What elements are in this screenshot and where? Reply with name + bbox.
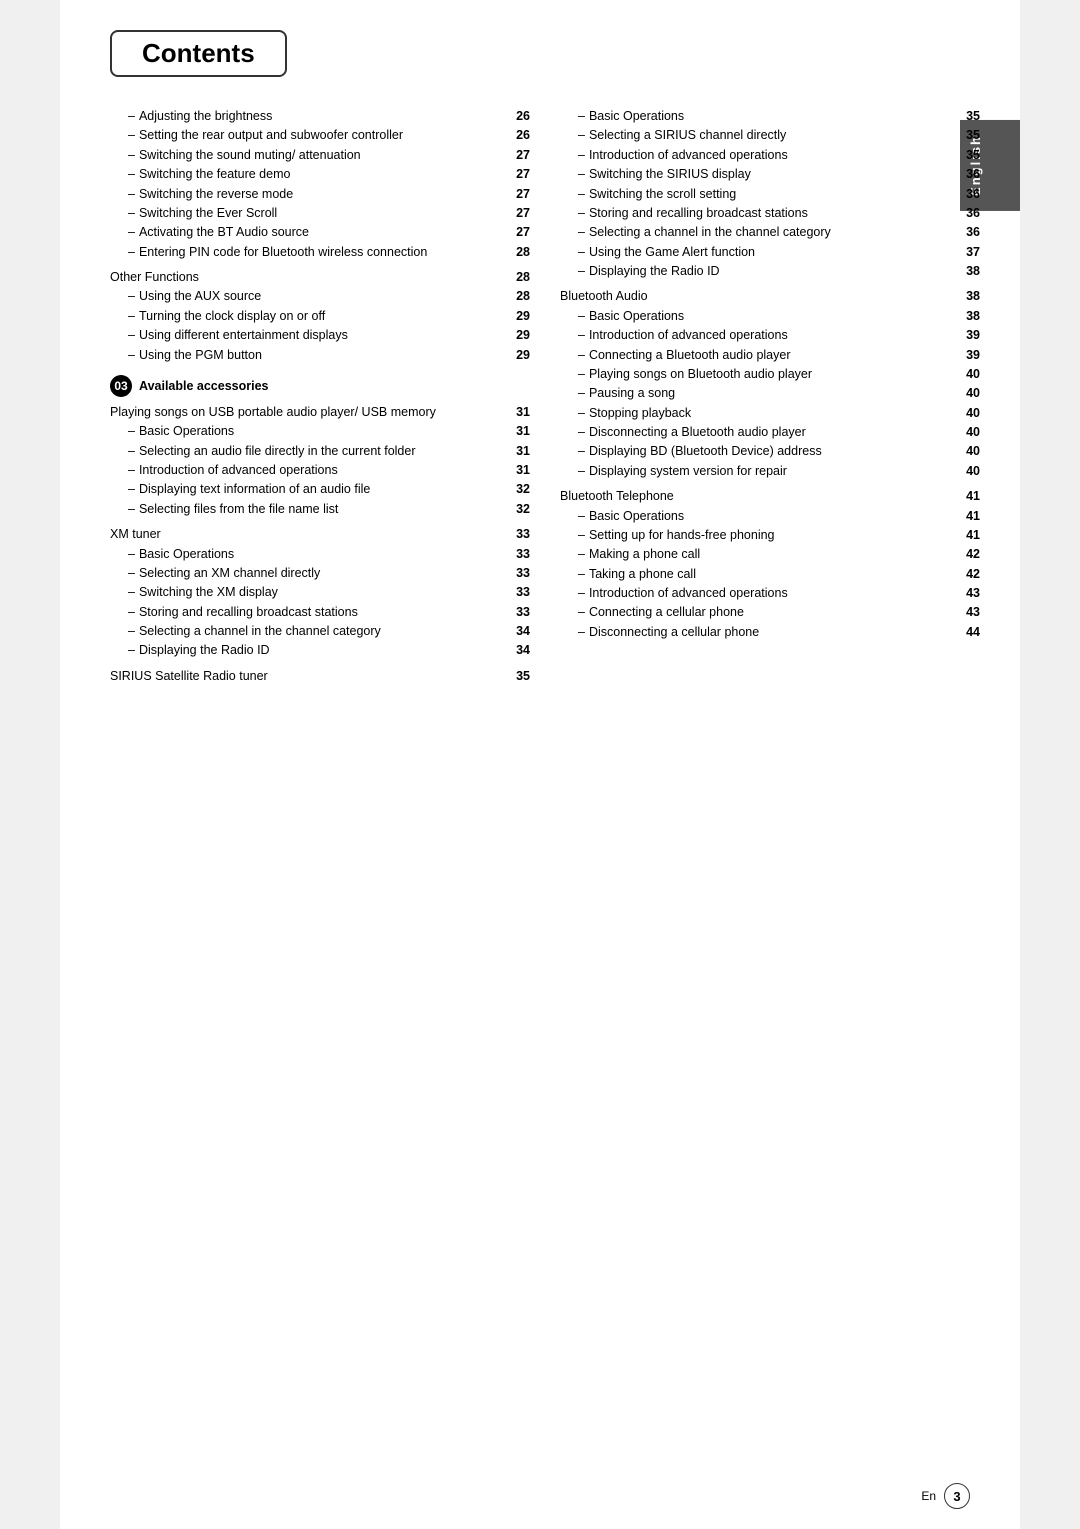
- left-column: –Adjusting the brightness26–Setting the …: [110, 107, 530, 686]
- list-item: –Setting up for hands-free phoning41: [560, 526, 980, 545]
- list-item: –Selecting a channel in the channel cate…: [110, 622, 530, 641]
- list-item: –Switching the reverse mode27: [110, 185, 530, 204]
- top-level-item: Bluetooth Telephone41: [560, 487, 980, 506]
- list-item: –Switching the scroll setting36: [560, 185, 980, 204]
- footer-en-label: En: [921, 1489, 936, 1503]
- list-item: –Using the Game Alert function37: [560, 243, 980, 262]
- list-item: –Switching the feature demo27: [110, 165, 530, 184]
- footer-page-number: 3: [944, 1483, 970, 1509]
- list-item: –Displaying system version for repair40: [560, 462, 980, 481]
- list-item: –Introduction of advanced operations35: [560, 146, 980, 165]
- list-item: –Displaying the Radio ID34: [110, 641, 530, 660]
- list-item: –Basic Operations33: [110, 545, 530, 564]
- list-item: –Connecting a Bluetooth audio player39: [560, 346, 980, 365]
- list-item: –Basic Operations31: [110, 422, 530, 441]
- list-item: –Pausing a song40: [560, 384, 980, 403]
- list-item: –Displaying the Radio ID38: [560, 262, 980, 281]
- list-item: –Switching the XM display33: [110, 583, 530, 602]
- list-item: –Using the AUX source28: [110, 287, 530, 306]
- right-column: –Basic Operations35–Selecting a SIRIUS c…: [560, 107, 980, 686]
- list-item: –Selecting files from the file name list…: [110, 500, 530, 519]
- list-item: –Switching the SIRIUS display36: [560, 165, 980, 184]
- list-item: –Selecting an XM channel directly33: [110, 564, 530, 583]
- list-item: –Selecting an audio file directly in the…: [110, 442, 530, 461]
- list-item: –Basic Operations41: [560, 507, 980, 526]
- list-item: –Using different entertainment displays2…: [110, 326, 530, 345]
- list-item: –Using the PGM button29: [110, 346, 530, 365]
- list-item: –Basic Operations38: [560, 307, 980, 326]
- list-item: –Disconnecting a Bluetooth audio player4…: [560, 423, 980, 442]
- top-level-item: XM tuner33: [110, 525, 530, 544]
- section-header: 03 Available accessories: [110, 375, 530, 397]
- list-item: –Adjusting the brightness26: [110, 107, 530, 126]
- list-item: –Switching the Ever Scroll27: [110, 204, 530, 223]
- list-item: –Setting the rear output and subwoofer c…: [110, 126, 530, 145]
- list-item: –Storing and recalling broadcast station…: [110, 603, 530, 622]
- list-item: –Introduction of advanced operations39: [560, 326, 980, 345]
- list-item: –Selecting a SIRIUS channel directly35: [560, 126, 980, 145]
- top-level-item: Bluetooth Audio38: [560, 287, 980, 306]
- list-item: –Selecting a channel in the channel cate…: [560, 223, 980, 242]
- list-item: –Displaying text information of an audio…: [110, 480, 530, 499]
- list-item: –Playing songs on Bluetooth audio player…: [560, 365, 980, 384]
- list-item: –Activating the BT Audio source27: [110, 223, 530, 242]
- top-level-item: SIRIUS Satellite Radio tuner35: [110, 667, 530, 686]
- list-item: –Stopping playback40: [560, 404, 980, 423]
- list-item: –Entering PIN code for Bluetooth wireles…: [110, 243, 530, 262]
- contents-title: Contents: [110, 30, 287, 77]
- list-item: –Introduction of advanced operations43: [560, 584, 980, 603]
- list-item: –Connecting a cellular phone43: [560, 603, 980, 622]
- list-item: –Switching the sound muting/ attenuation…: [110, 146, 530, 165]
- list-item: –Disconnecting a cellular phone44: [560, 623, 980, 642]
- list-item: –Storing and recalling broadcast station…: [560, 204, 980, 223]
- list-item: –Basic Operations35: [560, 107, 980, 126]
- list-item: –Turning the clock display on or off29: [110, 307, 530, 326]
- list-item: –Taking a phone call42: [560, 565, 980, 584]
- list-item: –Displaying BD (Bluetooth Device) addres…: [560, 442, 980, 461]
- top-level-item: Other Functions28: [110, 268, 530, 287]
- list-item: –Making a phone call42: [560, 545, 980, 564]
- list-item: –Introduction of advanced operations31: [110, 461, 530, 480]
- top-level-item: Playing songs on USB portable audio play…: [110, 403, 530, 422]
